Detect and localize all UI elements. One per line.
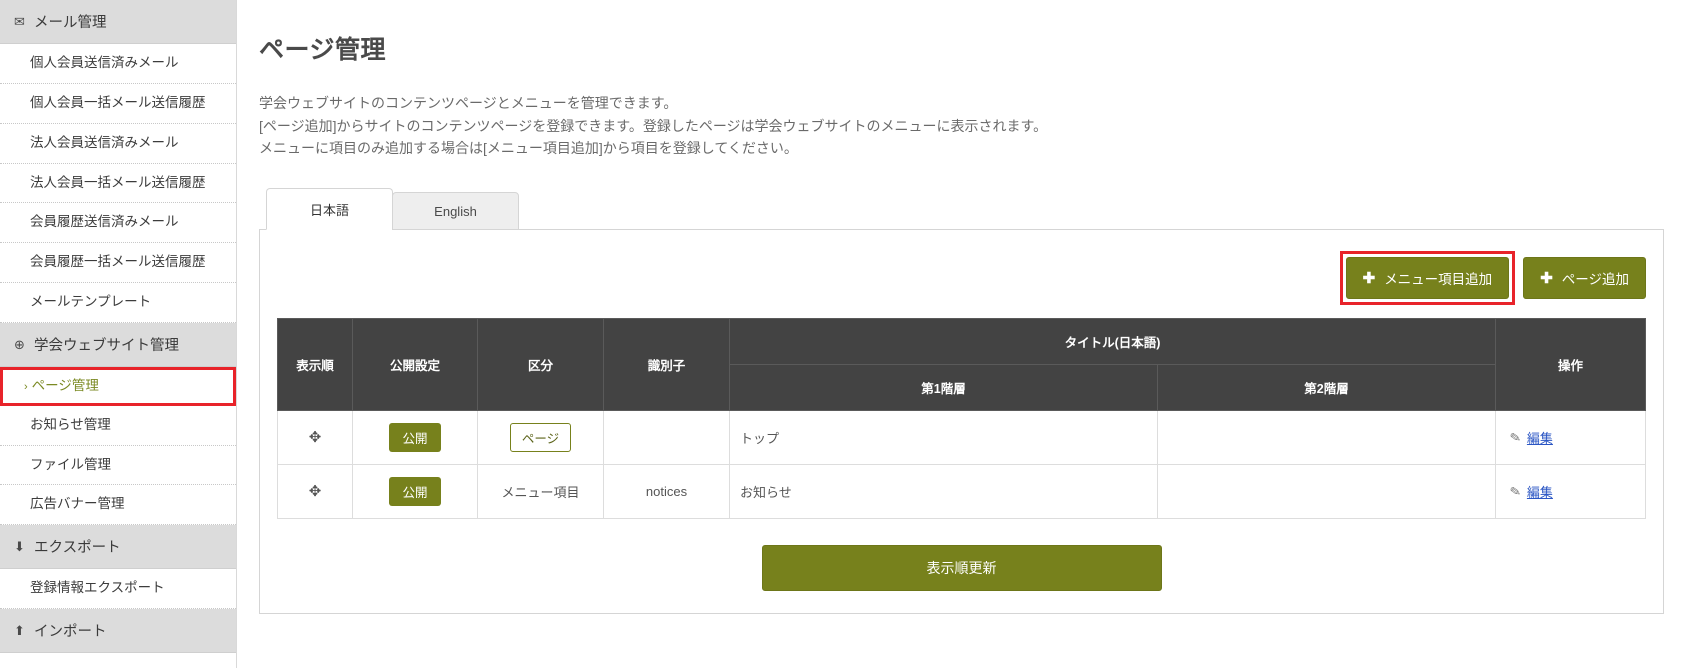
sidebar-section-export[interactable]: ⬇ エクスポート xyxy=(0,525,236,570)
tab-japanese[interactable]: 日本語 xyxy=(266,188,393,231)
kind-cell: ページ xyxy=(477,410,604,466)
header-level1: 第1階層 xyxy=(729,364,1158,412)
level1-cell: トップ xyxy=(729,410,1158,466)
app-root: ✉ メール管理 個人会員送信済みメール 個人会員一括メール送信履歴 法人会員送信… xyxy=(0,0,1690,668)
sidebar-section-import[interactable]: ⬆ インポート xyxy=(0,609,236,654)
main-content: ページ管理 学会ウェブサイトのコンテンツページとメニューを管理できます。 [ペー… xyxy=(237,0,1690,668)
sidebar-item-personal-bulk-history[interactable]: 個人会員一括メール送信履歴 xyxy=(0,83,236,124)
pencil-icon: ✎ xyxy=(1508,482,1523,500)
level2-cell xyxy=(1156,464,1497,520)
add-page-label: ページ追加 xyxy=(1561,272,1629,288)
globe-icon: ⊕ xyxy=(14,336,25,352)
action-cell: ✎ 編集 xyxy=(1495,410,1646,466)
identifier-cell: notices xyxy=(603,464,730,520)
kind-badge: ページ xyxy=(509,423,572,453)
sidebar-item-corporate-bulk-history[interactable]: 法人会員一括メール送信履歴 xyxy=(0,163,236,204)
add-menu-item-annotation: ✚ メニュー項目追加 xyxy=(1339,251,1516,306)
table-row: ✥ 公開 メニュー項目 notices お知らせ ✎ 編集 xyxy=(277,464,1646,520)
add-menu-item-label: メニュー項目追加 xyxy=(1384,272,1493,288)
sidebar-item-personal-sent-mail[interactable]: 個人会員送信済みメール xyxy=(0,44,236,84)
drag-handle-cell[interactable]: ✥ xyxy=(277,464,353,520)
language-tabs: 日本語 English xyxy=(266,188,1664,231)
publish-cell: 公開 xyxy=(352,410,478,466)
page-title: ページ管理 xyxy=(259,36,387,64)
sidebar-item-registration-export[interactable]: 登録情報エクスポート xyxy=(0,569,236,610)
plus-icon: ✚ xyxy=(1362,269,1376,287)
chevron-right-icon: › xyxy=(24,380,28,393)
level2-cell xyxy=(1156,410,1497,466)
upload-icon: ⬆ xyxy=(14,623,25,639)
sidebar-item-mail-template[interactable]: メールテンプレート xyxy=(0,283,236,323)
sidebar-item-corporate-sent-mail[interactable]: 法人会員送信済みメール xyxy=(0,123,236,164)
header-publish: 公開設定 xyxy=(352,318,478,412)
sidebar-section-mail[interactable]: ✉ メール管理 xyxy=(0,0,236,44)
download-icon: ⬇ xyxy=(14,539,25,555)
header-action: 操作 xyxy=(1495,318,1646,412)
status-badge: 公開 xyxy=(389,423,441,453)
edit-link[interactable]: 編集 xyxy=(1527,428,1553,447)
sidebar-section-label: メール管理 xyxy=(34,15,107,31)
identifier-cell xyxy=(603,410,730,466)
sidebar-item-banner-management[interactable]: 広告バナー管理 xyxy=(0,485,236,526)
action-cell: ✎ 編集 xyxy=(1495,464,1646,520)
action-button-row: ✚ メニュー項目追加 ✚ ページ追加 xyxy=(277,248,1646,318)
sidebar-section-label: 学会ウェブサイト管理 xyxy=(34,337,179,354)
sidebar-item-member-history-bulk[interactable]: 会員履歴一括メール送信履歴 xyxy=(0,243,236,284)
page-list-panel: ✚ メニュー項目追加 ✚ ページ追加 表示順 公開設定 区分 識別子 タイトル(… xyxy=(259,229,1664,615)
header-identifier: 識別子 xyxy=(603,318,730,412)
header-kind: 区分 xyxy=(477,318,604,412)
edit-link[interactable]: 編集 xyxy=(1527,482,1553,501)
kind-label: メニュー項目 xyxy=(501,485,580,501)
table-head: 表示順 公開設定 区分 識別子 タイトル(日本語) 操作 第1階層 第2階層 xyxy=(277,318,1646,412)
move-icon[interactable]: ✥ xyxy=(309,483,322,500)
sidebar-section-label: エクスポート xyxy=(34,540,121,557)
sidebar-item-page-management[interactable]: › ページ管理 xyxy=(0,366,236,406)
description-line-3: メニューに項目のみ追加する場合は[メニュー項目追加]から項目を登録してください。 xyxy=(259,140,798,157)
header-level2: 第2階層 xyxy=(1156,364,1497,412)
sidebar-item-file-management[interactable]: ファイル管理 xyxy=(0,445,236,486)
page-description: 学会ウェブサイトのコンテンツページとメニューを管理できます。 [ページ追加]から… xyxy=(259,92,1664,160)
move-icon[interactable]: ✥ xyxy=(309,429,322,446)
publish-cell: 公開 xyxy=(352,464,478,520)
drag-handle-cell[interactable]: ✥ xyxy=(277,410,353,466)
add-page-button[interactable]: ✚ ページ追加 xyxy=(1523,257,1646,300)
update-order-row: 表示順更新 xyxy=(277,519,1646,592)
page-table: 表示順 公開設定 区分 識別子 タイトル(日本語) 操作 第1階層 第2階層 ✥… xyxy=(277,318,1646,520)
header-order: 表示順 xyxy=(277,318,353,412)
sidebar-section-label: インポート xyxy=(34,624,107,641)
table-row: ✥ 公開 ページ トップ ✎ 編集 xyxy=(277,410,1646,466)
sidebar: ✉ メール管理 個人会員送信済みメール 個人会員一括メール送信履歴 法人会員送信… xyxy=(0,0,237,668)
description-line-1: 学会ウェブサイトのコンテンツページとメニューを管理できます。 xyxy=(259,95,678,111)
status-badge: 公開 xyxy=(389,477,441,507)
description-line-2: [ページ追加]からサイトのコンテンツページを登録できます。登録したページは学会ウ… xyxy=(259,117,1048,134)
mail-icon: ✉ xyxy=(14,14,25,29)
tab-english[interactable]: English xyxy=(392,192,519,231)
pencil-icon: ✎ xyxy=(1508,428,1523,446)
level1-cell: お知らせ xyxy=(729,464,1158,520)
sidebar-item-notice-management[interactable]: お知らせ管理 xyxy=(0,405,236,446)
sidebar-item-member-history-sent-mail[interactable]: 会員履歴送信済みメール xyxy=(0,203,236,244)
update-order-button[interactable]: 表示順更新 xyxy=(761,545,1162,592)
plus-icon: ✚ xyxy=(1540,269,1553,287)
add-menu-item-button[interactable]: ✚ メニュー項目追加 xyxy=(1345,257,1510,300)
sidebar-section-website[interactable]: ⊕ 学会ウェブサイト管理 xyxy=(0,322,236,367)
header-title-group: タイトル(日本語) xyxy=(729,318,1496,366)
sidebar-item-label: ページ管理 xyxy=(31,377,99,393)
kind-cell: メニュー項目 xyxy=(477,464,604,520)
table-body: ✥ 公開 ページ トップ ✎ 編集 ✥ 公開 メニュー項目 notices お知… xyxy=(277,410,1646,520)
table-header-row-1: 表示順 公開設定 区分 識別子 タイトル(日本語) 操作 xyxy=(277,318,1646,412)
